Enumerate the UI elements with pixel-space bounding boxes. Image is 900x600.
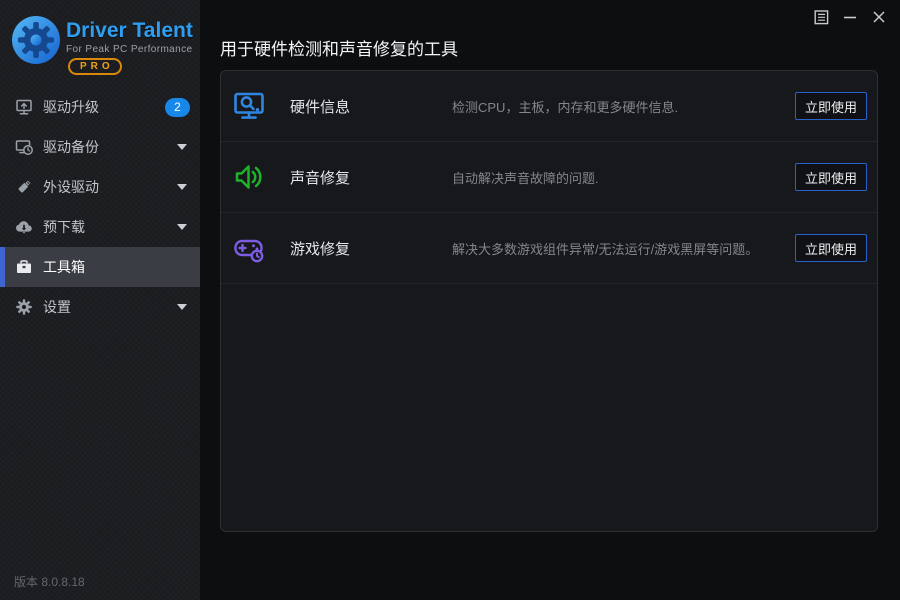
use-now-button-sound-repair[interactable]: 立即使用 — [795, 163, 867, 191]
app-title: Driver Talent — [66, 19, 193, 42]
gear-icon — [14, 297, 34, 317]
chevron-down-icon — [177, 304, 187, 310]
tool-row-game-repair: 游戏修复 解决大多数游戏组件异常/无法运行/游戏黑屏等问题。 立即使用 — [221, 213, 877, 284]
app-subtitle: For Peak PC Performance — [66, 44, 193, 55]
tool-row-sound-repair: 声音修复 自动解决声音故障的问题. 立即使用 — [221, 142, 877, 213]
tool-row-hardware-info: 硬件信息 检测CPU，主板，内存和更多硬件信息. 立即使用 — [221, 71, 877, 142]
close-icon[interactable] — [871, 9, 887, 25]
logo-text: Driver Talent For Peak PC Performance PR… — [66, 19, 193, 75]
tool-name: 硬件信息 — [290, 98, 351, 116]
sidebar-item-label: 工具箱 — [43, 259, 85, 275]
pro-badge: PRO — [68, 58, 122, 75]
sidebar-item-label: 驱动备份 — [43, 139, 99, 155]
usb-drive-icon — [14, 177, 34, 197]
sidebar-item-label: 预下载 — [43, 219, 85, 235]
app-window: Driver Talent For Peak PC Performance PR… — [0, 0, 900, 600]
game-repair-icon — [234, 239, 264, 263]
tool-description: 检测CPU，主板，内存和更多硬件信息. — [452, 99, 679, 115]
sidebar-item-settings[interactable]: 设置 — [0, 287, 200, 327]
cloud-download-icon — [14, 217, 34, 237]
sidebar-item-driver-backup[interactable]: 驱动备份 — [0, 127, 200, 167]
sidebar-item-label: 外设驱动 — [43, 179, 99, 195]
tool-description: 自动解决声音故障的问题. — [452, 170, 599, 186]
tool-name: 游戏修复 — [290, 240, 351, 258]
chevron-down-icon — [177, 224, 187, 230]
monitor-upgrade-icon — [14, 97, 34, 117]
main-content: 用于硬件检测和声音修复的工具 硬件信息 检测CPU，主板，内存和更多硬件信息. — [200, 0, 900, 600]
sidebar-item-toolbox[interactable]: 工具箱 — [0, 247, 200, 287]
sidebar-item-driver-upgrade[interactable]: 驱动升级 2 — [0, 87, 200, 127]
update-count-badge: 2 — [165, 97, 190, 117]
sidebar-item-predownload[interactable]: 预下载 — [0, 207, 200, 247]
tool-name: 声音修复 — [290, 169, 351, 187]
use-now-button-game-repair[interactable]: 立即使用 — [795, 234, 867, 262]
chevron-down-icon — [177, 144, 187, 150]
app-logo: Driver Talent For Peak PC Performance PR… — [0, 0, 200, 85]
version-label: 版本 8.0.8.18 — [14, 575, 85, 589]
minimize-icon[interactable] — [842, 9, 858, 25]
tools-panel: 硬件信息 检测CPU，主板，内存和更多硬件信息. 立即使用 声音修复 自动解决声… — [220, 70, 878, 532]
sidebar: Driver Talent For Peak PC Performance PR… — [0, 0, 200, 600]
page-title: 用于硬件检测和声音修复的工具 — [220, 40, 458, 59]
sidebar-menu: 驱动升级 2 驱动备份 外设驱动 预下载 工具箱 设置 — [0, 87, 200, 327]
window-menu-icon[interactable] — [813, 9, 829, 25]
sidebar-item-label: 设置 — [43, 299, 71, 315]
monitor-backup-icon — [14, 137, 34, 157]
hardware-info-icon — [234, 92, 264, 119]
window-controls — [813, 9, 887, 25]
sidebar-item-peripheral-drivers[interactable]: 外设驱动 — [0, 167, 200, 207]
logo-gear-icon — [12, 16, 60, 64]
chevron-down-icon — [177, 184, 187, 190]
sidebar-item-label: 驱动升级 — [43, 99, 99, 115]
toolbox-icon — [14, 257, 34, 277]
sound-repair-icon — [235, 165, 262, 189]
tool-description: 解决大多数游戏组件异常/无法运行/游戏黑屏等问题。 — [452, 241, 759, 257]
use-now-button-hardware-info[interactable]: 立即使用 — [795, 92, 867, 120]
